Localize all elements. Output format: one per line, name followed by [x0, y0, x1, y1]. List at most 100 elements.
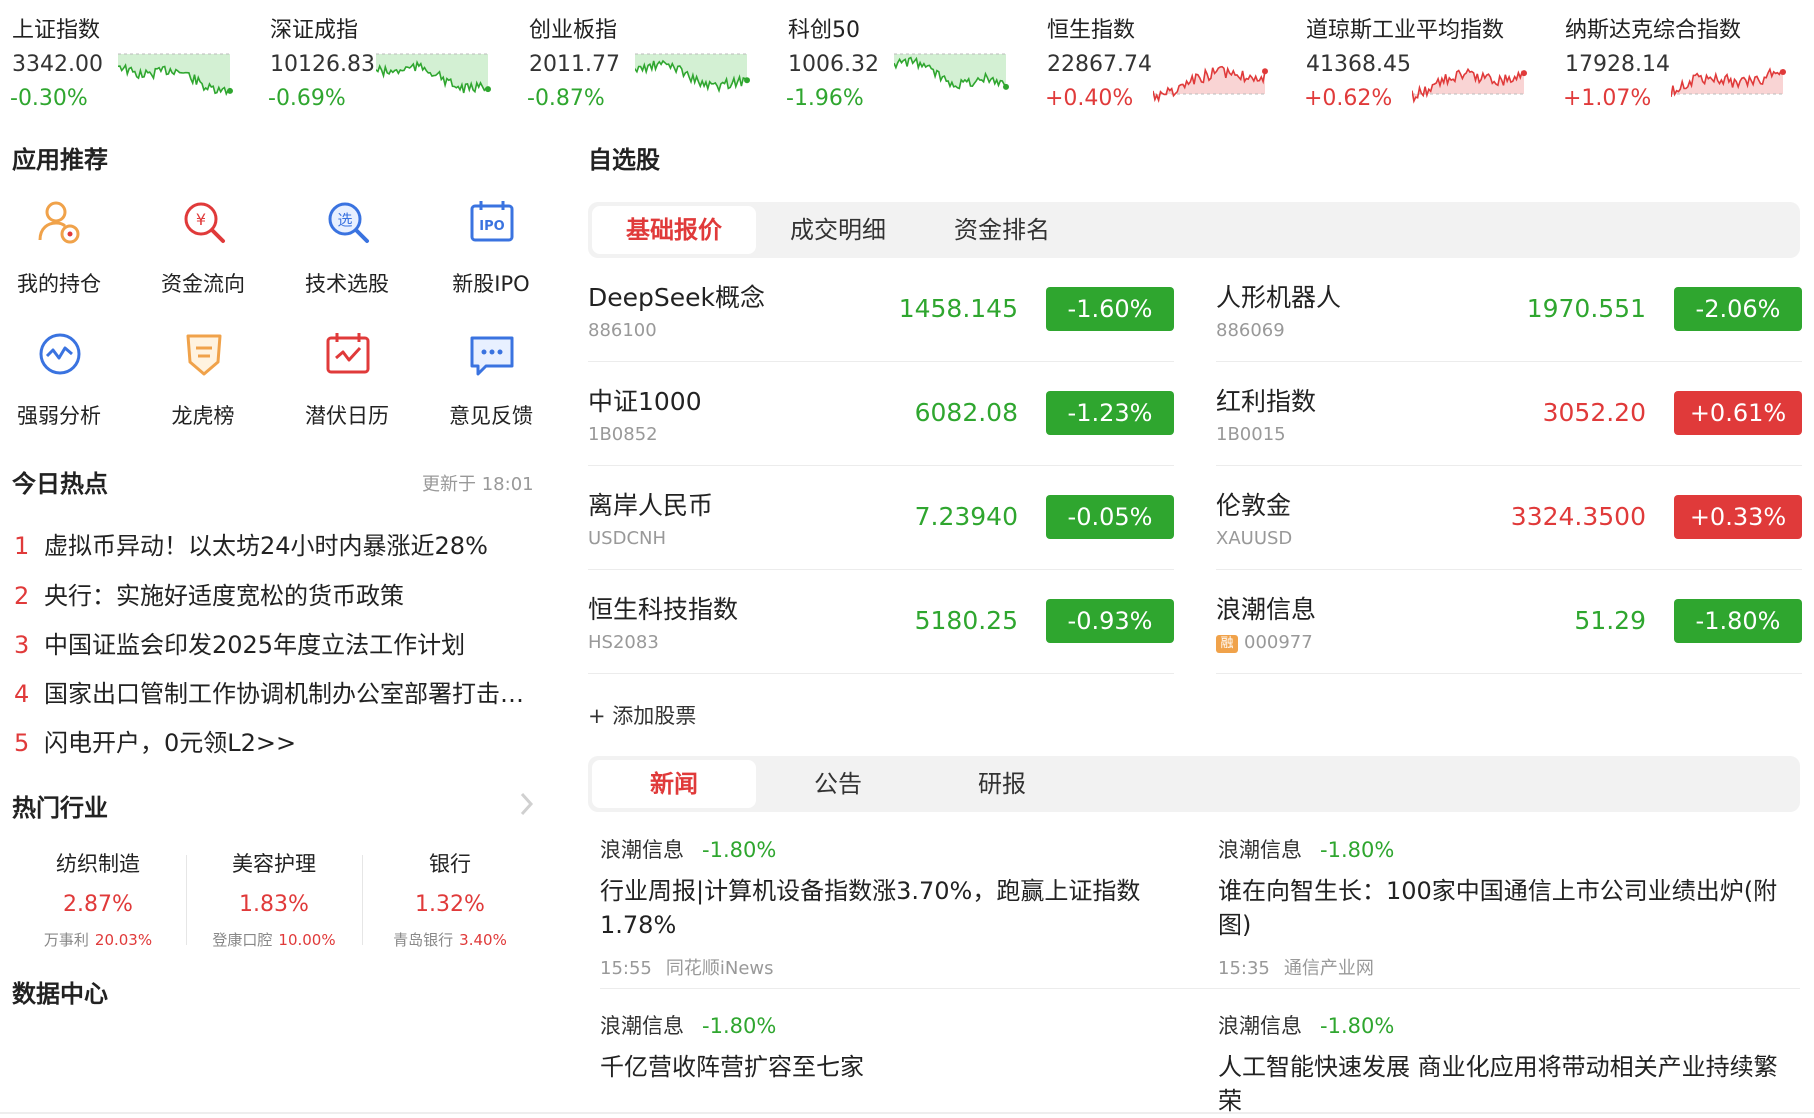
index-name: 科创50 [788, 18, 860, 43]
stock-name: 浪潮信息 [1216, 595, 1317, 624]
sparkline-area [635, 54, 747, 91]
tab-announcements[interactable]: 公告 [756, 760, 920, 808]
app-ipo-calendar[interactable]: IPO 新股IPO [436, 196, 546, 306]
app-feedback[interactable]: 意见反馈 [436, 328, 546, 438]
app-money-flow[interactable]: ¥ 资金流向 [148, 196, 258, 306]
news-time: 15:35 [1218, 958, 1270, 979]
app-label: 意见反馈 [449, 404, 533, 428]
stock-code-line: 886069 [1216, 320, 1285, 341]
news-stock-line: 浪潮信息 -1.80% [600, 834, 1180, 864]
watchlist-row[interactable]: 伦敦金 XAUUSD 3324.3500 +0.33% [1216, 466, 1802, 570]
app-strength-analysis[interactable]: 强弱分析 [4, 328, 114, 438]
stock-change-badge[interactable]: -1.80% [1674, 599, 1802, 643]
news-item[interactable]: 浪潮信息 -1.80% 人工智能快速发展 商业化应用将带动相关产业持续繁荣 [1218, 1010, 1798, 1118]
hot-item[interactable]: 3 中国证监会印发2025年度立法工作计划 [14, 625, 544, 665]
stock-change-badge[interactable]: +0.61% [1674, 391, 1802, 435]
chevron-right-icon[interactable] [514, 790, 538, 818]
hot-item[interactable]: 5 闪电开户，0元领L2>> [14, 723, 544, 763]
news-meta: 15:55 同花顺iNews [600, 954, 1180, 980]
watchlist-row[interactable]: 中证1000 1B0852 6082.08 -1.23% [588, 362, 1174, 466]
leader-change: 20.03% [94, 931, 153, 949]
index-name: 道琼斯工业平均指数 [1306, 18, 1505, 43]
industry-name: 纺织制造 [56, 852, 140, 876]
apps-title: 应用推荐 [12, 146, 108, 174]
stock-change-badge[interactable]: -0.93% [1046, 599, 1174, 643]
sparkline-end-dot [227, 87, 233, 94]
sparkline-end-dot [1521, 70, 1527, 77]
hot-item[interactable]: 2 央行：实施好适度宽松的货币政策 [14, 576, 544, 616]
watchlist-row[interactable]: 红利指数 1B0015 3052.20 +0.61% [1216, 362, 1802, 466]
stock-change-badge[interactable]: -1.60% [1046, 287, 1174, 331]
money-flow-icon: ¥ [178, 196, 230, 248]
news-item[interactable]: 浪潮信息 -1.80% 千亿营收阵营扩容至七家 [600, 1010, 1180, 1084]
index-card[interactable]: 道琼斯工业平均指数 41368.45 +0.62% [1294, 0, 1544, 120]
industry-change: 2.87% [63, 892, 133, 917]
sparkline-area [1671, 69, 1783, 97]
strength-analysis-icon [34, 328, 86, 380]
add-stock-button[interactable]: + 添加股票 [588, 700, 696, 730]
industry-card[interactable]: 纺织制造 2.87% 万事利 20.03% [10, 848, 186, 958]
index-card[interactable]: 纳斯达克综合指数 17928.14 +1.07% [1553, 0, 1803, 120]
hot-rank: 5 [14, 729, 30, 757]
industry-card[interactable]: 银行 1.32% 青岛银行 3.40% [362, 848, 538, 958]
app-holdings[interactable]: 我的持仓 [4, 196, 114, 306]
dragon-tiger-icon [178, 328, 230, 380]
industry-leader: 万事利 20.03% [10, 929, 186, 950]
app-calendar[interactable]: 潜伏日历 [292, 328, 402, 438]
index-card[interactable]: 恒生指数 22867.74 +0.40% [1035, 0, 1285, 120]
app-label: 龙虎榜 [171, 404, 235, 428]
stock-change-badge[interactable]: +0.33% [1674, 495, 1802, 539]
stock-name: 离岸人民币 [588, 491, 714, 520]
tab-research[interactable]: 研报 [920, 760, 1084, 808]
news-divider [600, 988, 1800, 989]
app-dragon-tiger[interactable]: 龙虎榜 [148, 328, 258, 438]
index-value: 1006.32 [788, 52, 879, 77]
index-card[interactable]: 深证成指 10126.83 -0.69% [258, 0, 508, 120]
index-card[interactable]: 创业板指 2011.77 -0.87% [517, 0, 767, 120]
tab-basic-quote[interactable]: 基础报价 [592, 206, 756, 254]
news-item[interactable]: 浪潮信息 -1.80% 行业周报|计算机设备指数涨3.70%，跑赢上证指数1.78%… [600, 834, 1180, 980]
index-name: 恒生指数 [1047, 18, 1136, 43]
watchlist-row[interactable]: 人形机器人 886069 1970.551 -2.06% [1216, 258, 1802, 362]
hot-text: 国家出口管制工作协调机制办公室部署打击战略矿产走私出口专项行动 [44, 680, 544, 708]
news-title: 人工智能快速发展 商业化应用将带动相关产业持续繁荣 [1218, 1053, 1778, 1115]
stock-change-badge[interactable]: -0.05% [1046, 495, 1174, 539]
stock-change-badge[interactable]: -2.06% [1674, 287, 1802, 331]
stock-code: HS2083 [588, 632, 659, 653]
calendar-icon [322, 328, 374, 380]
stock-price: 6082.08 [914, 398, 1018, 427]
watchlist-row[interactable]: 浪潮信息融 000977 51.29 -1.80% [1216, 570, 1802, 674]
watchlist-row[interactable]: 恒生科技指数 HS2083 5180.25 -0.93% [588, 570, 1174, 674]
index-value: 22867.74 [1047, 52, 1152, 77]
hot-item[interactable]: 1 虚拟币异动！以太坊24小时内暴涨近28% [14, 526, 544, 566]
industry-card[interactable]: 美容护理 1.83% 登康口腔 10.00% [186, 848, 362, 958]
tab-news[interactable]: 新闻 [592, 760, 756, 808]
tab-fund-ranking[interactable]: 资金排名 [920, 206, 1084, 254]
news-meta: 15:35 通信产业网 [1218, 954, 1798, 980]
watchlist-row[interactable]: 离岸人民币 USDCNH 7.23940 -0.05% [588, 466, 1174, 570]
sparkline-end-dot [1780, 69, 1786, 76]
stock-change-badge[interactable]: -1.23% [1046, 391, 1174, 435]
app-stock-picker[interactable]: 选技术选股 [292, 196, 402, 306]
stock-name: 红利指数 [1216, 387, 1317, 416]
bottom-divider [0, 1112, 1814, 1114]
hot-item[interactable]: 4 国家出口管制工作协调机制办公室部署打击战略矿产走私出口专项行动 [14, 674, 544, 714]
stock-price: 51.29 [1574, 606, 1646, 635]
news-stock-name: 浪潮信息 [600, 1014, 684, 1038]
index-card[interactable]: 上证指数 3342.00 -0.30% [0, 0, 250, 120]
news-source: 同花顺iNews [665, 958, 774, 979]
svg-text:选: 选 [337, 211, 352, 229]
news-stock-change: -1.80% [1320, 838, 1395, 862]
stock-code-line: HS2083 [588, 632, 659, 653]
index-sparkline [635, 53, 750, 94]
news-stock-name: 浪潮信息 [1218, 838, 1302, 862]
news-stock-change: -1.80% [702, 838, 777, 862]
index-card[interactable]: 科创50 1006.32 -1.96% [776, 0, 1026, 120]
margin-badge: 融 [1216, 635, 1238, 653]
news-item[interactable]: 浪潮信息 -1.80% 谁在向智生长：100家中国通信上市公司业绩出炉(附图) 15:… [1218, 834, 1798, 980]
hot-rank: 3 [14, 631, 30, 659]
news-title: 千亿营收阵营扩容至七家 [600, 1053, 864, 1081]
tab-trade-details[interactable]: 成交明细 [756, 206, 920, 254]
watchlist-row[interactable]: DeepSeek概念 886100 1458.145 -1.60% [588, 258, 1174, 362]
stock-code-line: 1B0852 [588, 424, 658, 445]
